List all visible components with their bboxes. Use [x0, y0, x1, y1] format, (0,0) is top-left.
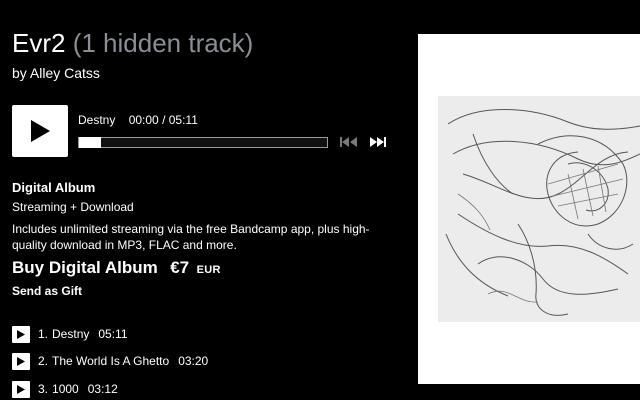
- track-number: 1.: [38, 327, 49, 341]
- play-button[interactable]: [12, 105, 68, 157]
- track-row: 2. The World Is A Ghetto 03:20: [12, 351, 208, 371]
- skip-next-icon: [370, 137, 386, 147]
- album-title: Evr2 (1 hidden track): [12, 26, 253, 60]
- currency: EUR: [196, 264, 221, 276]
- track-row: 1. Destny 05:11: [12, 324, 128, 344]
- track-title[interactable]: The World Is A Ghetto: [52, 353, 169, 369]
- hidden-track-count: (1 hidden track): [72, 28, 254, 58]
- track-number: 2.: [38, 354, 49, 368]
- previous-track-button[interactable]: [340, 136, 358, 148]
- buy-row: Buy Digital Album €7 EUR: [12, 257, 221, 279]
- track-duration: 05:11: [98, 327, 128, 341]
- current-track-title: Destny: [78, 113, 116, 127]
- play-icon: [17, 329, 25, 339]
- progress-bar[interactable]: [78, 137, 328, 148]
- track-play-button[interactable]: [12, 325, 30, 343]
- artist-byline[interactable]: by Alley Catss: [12, 64, 100, 82]
- album-artwork-drawing: [438, 96, 640, 322]
- buy-digital-album-button[interactable]: Buy Digital Album: [12, 258, 158, 277]
- album-artwork[interactable]: [418, 34, 640, 384]
- track-number: 3.: [38, 382, 49, 396]
- album-page: Evr2 (1 hidden track) by Alley Catss Des…: [0, 0, 640, 400]
- purchase-description: Includes unlimited streaming via the fre…: [12, 222, 370, 252]
- play-icon: [17, 384, 25, 394]
- price: €7: [170, 258, 190, 277]
- play-icon: [17, 356, 25, 366]
- purchase-format-heading: Digital Album: [12, 180, 96, 195]
- now-playing: Destny 00:00 / 05:11: [78, 112, 198, 128]
- track-duration: 03:12: [87, 382, 118, 396]
- skip-previous-icon: [340, 137, 357, 147]
- track-play-button[interactable]: [12, 352, 30, 370]
- track-row: 3. 1000 03:12: [12, 379, 118, 399]
- playback-time: 00:00 / 05:11: [128, 113, 198, 127]
- track-title[interactable]: 1000: [52, 381, 79, 397]
- track-title[interactable]: Destny: [52, 326, 89, 342]
- purchase-format: Streaming + Download: [12, 200, 134, 214]
- track-duration: 03:20: [178, 354, 209, 368]
- next-track-button[interactable]: [369, 136, 387, 148]
- send-as-gift-link[interactable]: Send as Gift: [12, 283, 82, 299]
- progress-handle[interactable]: [79, 137, 101, 148]
- album-name: Evr2: [12, 28, 66, 58]
- track-play-button[interactable]: [12, 380, 30, 398]
- play-icon: [31, 120, 50, 142]
